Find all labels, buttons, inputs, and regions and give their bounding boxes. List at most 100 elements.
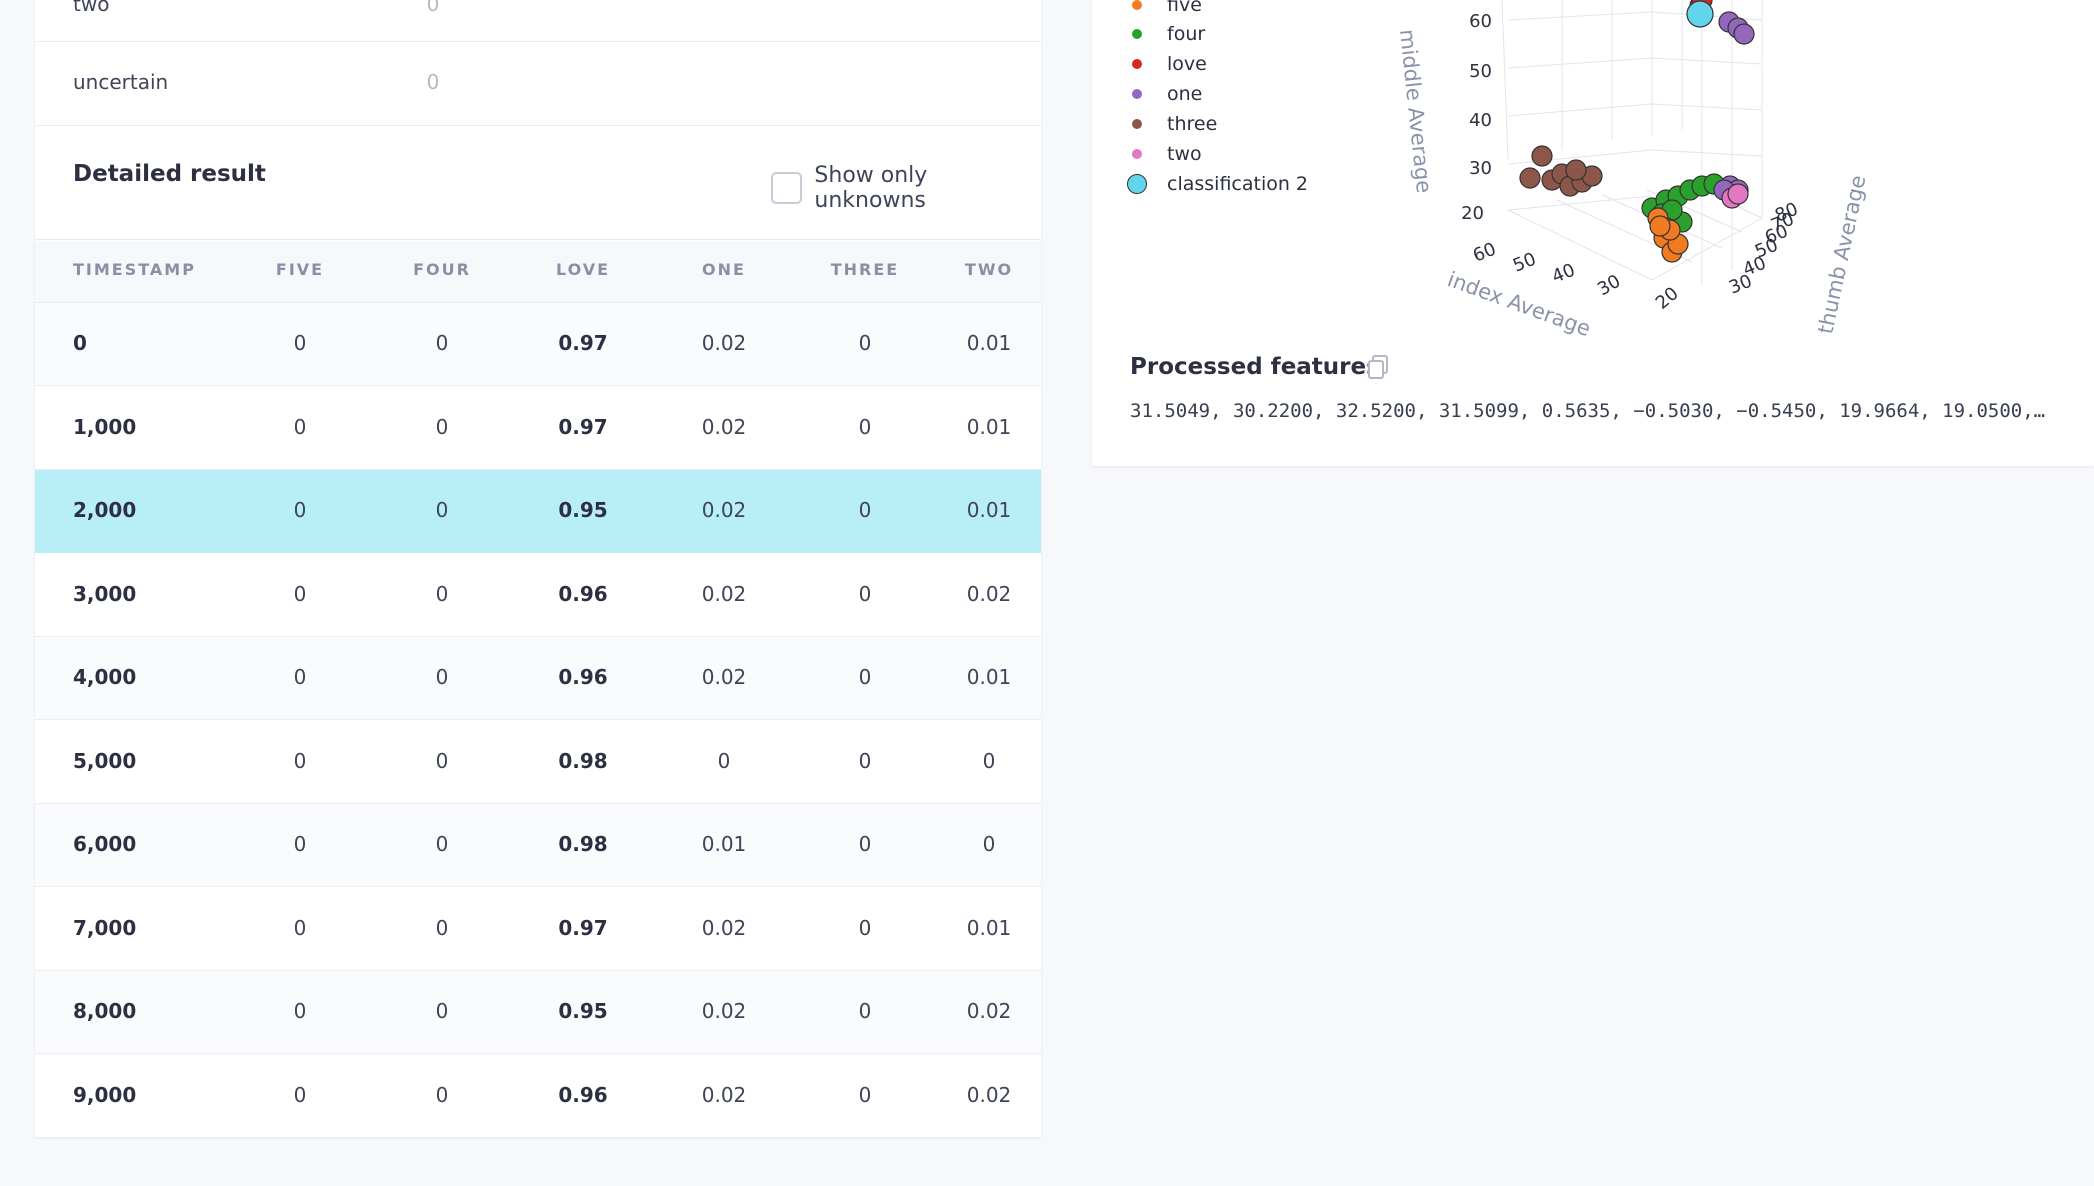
scatter-3d-plot[interactable]: 60 50 40 30 20 middle Average 60 50 40 3… (1092, 0, 2094, 340)
table-cell-five: 0 (293, 331, 307, 355)
table-cell-two: 0.01 (966, 498, 1012, 522)
table-row[interactable]: 8,000 0 0 0.95 0.02 0 0.02 (35, 971, 1041, 1054)
table-cell-three: 0 (858, 999, 872, 1023)
visualization-card: five four love one three two classificat… (1092, 0, 2094, 466)
table-row[interactable]: 4,000 0 0 0.96 0.02 0 0.01 (35, 637, 1041, 720)
table-cell-one: 0.02 (701, 331, 747, 355)
table-cell-love: 0.96 (558, 1082, 608, 1107)
column-header-one[interactable]: ONE (664, 260, 784, 279)
table-row[interactable]: 5,000 0 0 0.98 0 0 0 (35, 720, 1041, 804)
scatter-point[interactable] (1733, 23, 1755, 45)
processed-features-values: 31.5049, 30.2200, 32.5200, 31.5099, 0.56… (1130, 400, 2046, 422)
table-cell-three: 0 (858, 331, 872, 355)
table-header: TIMESTAMP FIVE FOUR LOVE ONE THREE TWO (35, 241, 1041, 303)
vertical-axis-title: middle Average (1395, 28, 1436, 194)
front-tick: 60 (1470, 239, 1499, 267)
table-cell-two: 0.01 (966, 915, 1012, 940)
table-cell-love: 0.96 (558, 665, 608, 689)
vertical-tick: 50 (1469, 61, 1492, 82)
table-cell-one: 0.02 (701, 414, 747, 439)
column-header-two[interactable]: TWO (929, 260, 1049, 279)
table-cell-three: 0 (858, 581, 872, 606)
table-cell-five: 0 (293, 915, 307, 940)
table-row[interactable]: 7,000 0 0 0.97 0.02 0 0.01 (35, 887, 1041, 971)
table-cell-five: 0 (293, 414, 307, 439)
table-cell-four: 0 (435, 665, 449, 689)
table-cell-one: 0.02 (701, 915, 747, 940)
table-cell-timestamp: 7,000 (73, 915, 137, 940)
column-header-three[interactable]: THREE (805, 260, 925, 279)
table-cell-three: 0 (858, 832, 872, 856)
table-cell-three: 0 (858, 748, 872, 773)
table-cell-timestamp: 2,000 (73, 498, 137, 522)
table-cell-three: 0 (858, 414, 872, 439)
table-cell-five: 0 (293, 1082, 307, 1107)
column-header-five[interactable]: FIVE (240, 260, 360, 279)
table-cell-two: 0.01 (966, 331, 1012, 355)
plot-grid (1501, 0, 1763, 285)
table-cell-timestamp: 5,000 (73, 748, 137, 773)
table-row[interactable]: 0 0 0 0.97 0.02 0 0.01 (35, 303, 1041, 386)
table-row[interactable]: 1,000 0 0 0.97 0.02 0 0.01 (35, 386, 1041, 470)
scatter-point[interactable] (1649, 215, 1671, 237)
table-cell-love: 0.97 (558, 414, 608, 439)
table-cell-two: 0 (982, 748, 996, 773)
table-row[interactable]: 3,000 0 0 0.96 0.02 0 0.02 (35, 553, 1041, 637)
table-row[interactable]: 2,000 0 0 0.95 0.02 0 0.01 (35, 470, 1041, 553)
table-cell-four: 0 (435, 832, 449, 856)
table-cell-two: 0.02 (966, 999, 1012, 1023)
vertical-tick: 40 (1469, 110, 1492, 131)
table-cell-love: 0.98 (558, 748, 608, 773)
table-cell-timestamp: 0 (73, 331, 87, 355)
table-cell-five: 0 (293, 832, 307, 856)
table-cell-five: 0 (293, 665, 307, 689)
table-cell-four: 0 (435, 331, 449, 355)
table-cell-one: 0 (717, 748, 731, 773)
table-cell-two: 0.02 (966, 581, 1012, 606)
scatter-point[interactable] (1565, 159, 1587, 181)
results-card: two 0 uncertain 0 Detailed result Show o… (35, 0, 1041, 1138)
table-cell-three: 0 (858, 665, 872, 689)
table-cell-one: 0.02 (701, 1082, 747, 1107)
table-cell-four: 0 (435, 748, 449, 773)
column-header-four[interactable]: FOUR (382, 260, 502, 279)
table-cell-four: 0 (435, 414, 449, 439)
table-cell-love: 0.97 (558, 915, 608, 940)
table-cell-timestamp: 6,000 (73, 832, 137, 856)
table-cell-love: 0.97 (558, 331, 608, 355)
copy-icon[interactable] (1367, 355, 1389, 379)
show-only-unknowns-checkbox[interactable] (771, 172, 803, 204)
front-tick: 50 (1510, 249, 1539, 277)
table-cell-timestamp: 9,000 (73, 1082, 137, 1107)
table-cell-two: 0.01 (966, 665, 1012, 689)
table-cell-one: 0.02 (701, 581, 747, 606)
table-cell-timestamp: 4,000 (73, 665, 137, 689)
table-cell-three: 0 (858, 498, 872, 522)
table-cell-four: 0 (435, 1082, 449, 1107)
scatter-point[interactable] (1686, 0, 1714, 28)
column-header-timestamp[interactable]: TIMESTAMP (73, 260, 196, 279)
table-cell-four: 0 (435, 581, 449, 606)
show-only-unknowns-toggle[interactable]: Show only unknowns (771, 163, 1041, 213)
table-cell-love: 0.95 (558, 999, 608, 1023)
table-cell-one: 0.01 (701, 832, 747, 856)
column-header-love[interactable]: LOVE (523, 260, 643, 279)
table-cell-two: 0.02 (966, 1082, 1012, 1107)
summary-label: two (73, 0, 110, 16)
front-tick: 40 (1549, 260, 1578, 288)
detailed-result-header: Detailed result Show only unknowns (35, 125, 1041, 240)
table-cell-four: 0 (435, 498, 449, 522)
table-cell-timestamp: 3,000 (73, 581, 137, 606)
table-row[interactable]: 6,000 0 0 0.98 0.01 0 0 (35, 804, 1041, 887)
scatter-point[interactable] (1519, 167, 1541, 189)
table-cell-love: 0.98 (558, 832, 608, 856)
table-cell-four: 0 (435, 915, 449, 940)
summary-row-uncertain: uncertain 0 (35, 42, 1041, 126)
vertical-tick: 60 (1469, 11, 1492, 32)
scatter-point[interactable] (1531, 145, 1553, 167)
table-row[interactable]: 9,000 0 0 0.96 0.02 0 0.02 (35, 1054, 1041, 1138)
vertical-tick: 30 (1469, 158, 1492, 179)
table-cell-one: 0.02 (701, 665, 747, 689)
processed-features-title: Processed features (1130, 354, 1380, 380)
scatter-point[interactable] (1727, 183, 1749, 205)
